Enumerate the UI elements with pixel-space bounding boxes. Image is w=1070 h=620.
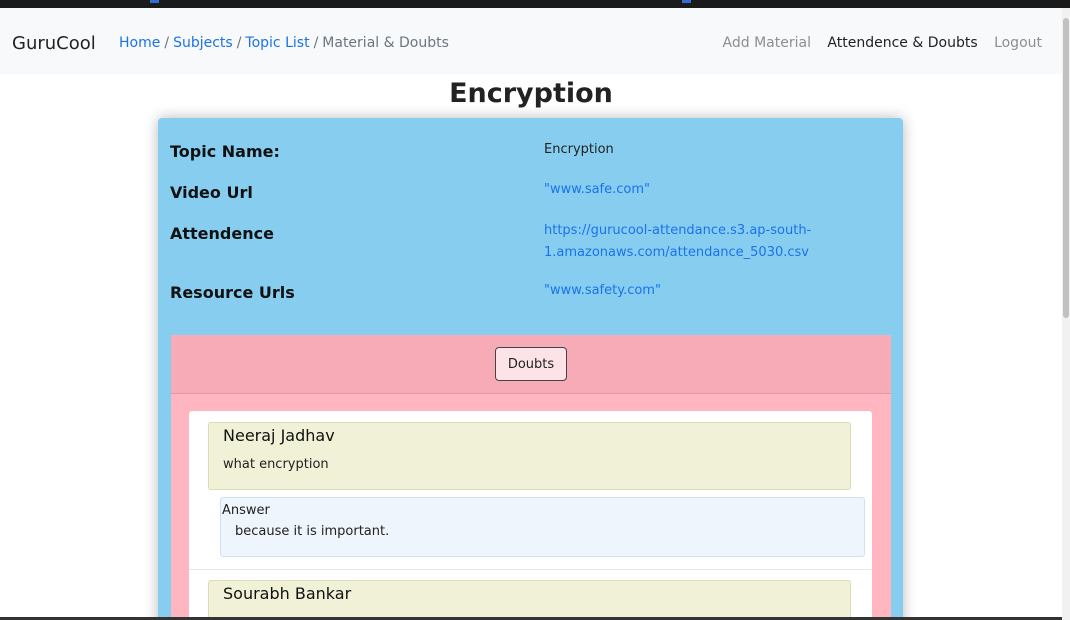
topic-name-label: Topic Name: [170, 142, 280, 161]
page-title: Encryption [449, 78, 613, 109]
doubt-answer-card: Answer because it is important. [220, 497, 865, 557]
doubt-author: Neeraj Jadhav [223, 426, 335, 445]
doubt-question-card: Neeraj Jadhav what encryption [208, 422, 851, 490]
topic-card: Topic Name: Encryption Video Url "www.sa… [158, 118, 903, 620]
tab-marker [150, 0, 159, 3]
breadcrumb: Home / Subjects / Topic List / Material & Doub… [119, 35, 449, 51]
doubt-question-card: Sourabh Bankar [208, 580, 851, 620]
doubts-list: Neeraj Jadhav what encryption Answer bec… [189, 411, 872, 620]
breadcrumb-separator: / [236, 35, 242, 51]
tab-marker [682, 0, 691, 3]
resource-url-link[interactable]: "www.safety.com" [544, 280, 661, 302]
video-url-label: Video Url [170, 183, 253, 202]
nav-logout[interactable]: Logout [994, 35, 1042, 51]
breadcrumb-subjects[interactable]: Subjects [173, 35, 233, 51]
attendance-label: Attendence [170, 224, 274, 243]
doubts-button[interactable]: Doubts [495, 347, 567, 381]
resource-urls-label: Resource Urls [170, 283, 295, 302]
page-scrollbar[interactable] [1062, 8, 1070, 620]
nav-links: Add Material Attendence & Doubts Logout [711, 35, 1042, 51]
doubts-panel: Doubts Neeraj Jadhav what encryption Ans… [171, 335, 891, 620]
breadcrumb-current: Material & Doubts [322, 35, 449, 51]
navbar: GuruCool Home / Subjects / Topic List / Materi… [0, 8, 1062, 74]
video-url-link[interactable]: "www.safe.com" [544, 179, 650, 201]
breadcrumb-separator: / [313, 35, 319, 51]
scrollbar-thumb[interactable] [1063, 18, 1069, 318]
doubts-header: Doubts [171, 335, 891, 394]
attendance-link-line-2: 1.amazonaws.com/attendance_5030.csv [544, 245, 809, 260]
breadcrumb-separator: / [164, 35, 170, 51]
topic-name-value: Encryption [544, 142, 614, 157]
nav-add-material[interactable]: Add Material [723, 35, 811, 51]
attendance-link[interactable]: https://gurucool-attendance.s3.ap-south-… [544, 220, 811, 264]
answer-label: Answer [222, 503, 270, 518]
breadcrumb-home[interactable]: Home [119, 35, 160, 51]
answer-text: because it is important. [235, 524, 390, 539]
doubt-question: what encryption [223, 457, 329, 472]
doubt-divider [189, 569, 872, 570]
breadcrumb-topic-list[interactable]: Topic List [245, 35, 309, 51]
attendance-link-line-1: https://gurucool-attendance.s3.ap-south- [544, 223, 812, 238]
doubt-author: Sourabh Bankar [223, 584, 352, 603]
brand-logo[interactable]: GuruCool [12, 33, 96, 54]
browser-top-strip [0, 0, 1070, 8]
nav-attendence-doubts[interactable]: Attendence & Doubts [827, 35, 977, 51]
